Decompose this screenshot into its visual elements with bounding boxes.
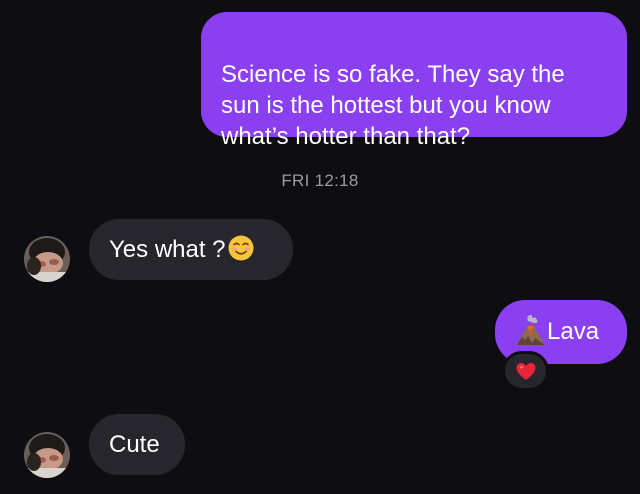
message-text: Cute	[109, 431, 160, 458]
message-thread: Science is so fake. They say the sun is …	[0, 0, 640, 494]
contact-avatar[interactable]	[24, 432, 70, 478]
outgoing-message-bubble[interactable]: Science is so fake. They say the sun is …	[201, 12, 627, 150]
message-text: Yes what ?	[109, 236, 226, 263]
message-text: Science is so fake. They say the sun is …	[221, 61, 565, 150]
smiling-face-icon	[228, 235, 254, 261]
volcano-icon	[517, 314, 545, 345]
red-heart-icon	[516, 363, 536, 380]
contact-avatar[interactable]	[24, 236, 70, 282]
message-reaction[interactable]	[502, 351, 549, 391]
message-text: Lava	[547, 318, 600, 345]
message-timestamp: FRI 12:18	[281, 171, 359, 190]
incoming-message-bubble[interactable]: Yes what ?	[89, 219, 293, 280]
incoming-message-bubble[interactable]: Cute	[89, 414, 185, 475]
